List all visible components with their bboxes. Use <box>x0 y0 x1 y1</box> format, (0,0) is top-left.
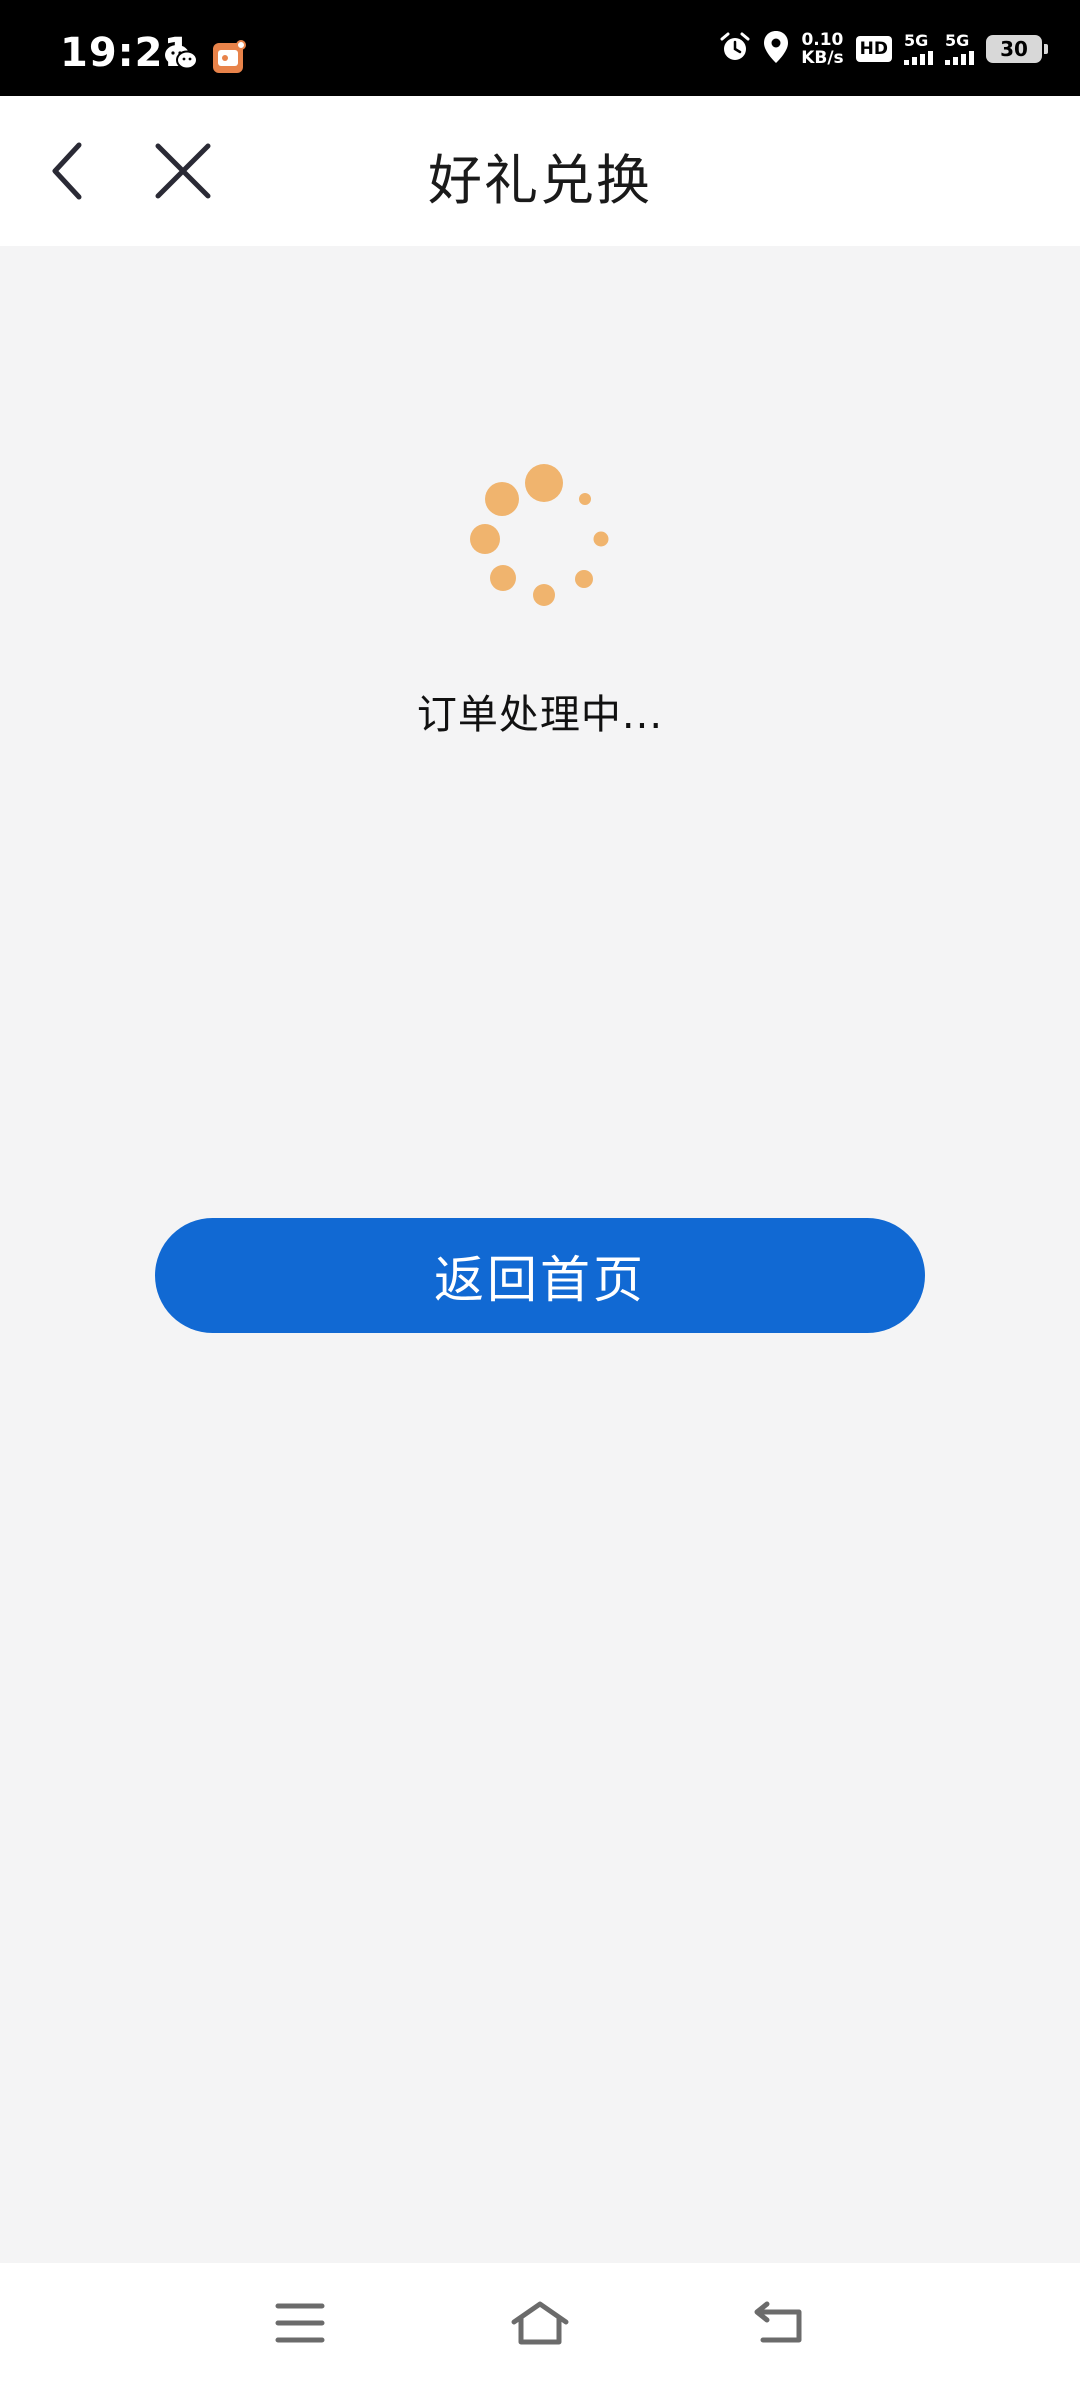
page-header: 好礼兑换 <box>0 96 1080 246</box>
network-speed-unit: KB/s <box>801 48 844 68</box>
home-icon <box>511 2301 569 2345</box>
loading-spinner-icon <box>460 455 620 615</box>
status-bar: 19:21 0.10 KB/s HD 5G 5G 30 <box>0 0 1080 96</box>
back-arrow-icon <box>754 2301 802 2343</box>
recent-apps-button[interactable] <box>260 2288 340 2358</box>
battery-icon: 30 <box>986 35 1048 63</box>
sim2-signal: 5G <box>945 33 974 65</box>
home-button[interactable] <box>500 2288 580 2358</box>
signal-bars-icon <box>945 49 974 65</box>
system-icons: 0.10 KB/s HD 5G 5G 30 <box>719 30 1048 68</box>
app-notification-icon <box>212 40 246 78</box>
notification-icons <box>164 40 246 78</box>
hd-voice-badge: HD <box>855 36 892 62</box>
page-title: 好礼兑换 <box>428 149 652 212</box>
menu-icon <box>275 2303 325 2343</box>
return-home-button[interactable]: 返回首页 <box>155 1218 925 1333</box>
sim1-signal: 5G <box>904 33 933 65</box>
signal-bars-icon <box>904 49 933 65</box>
network-speed-value: 0.10 <box>801 30 844 50</box>
sim1-network-type: 5G <box>904 31 929 50</box>
order-processing-text: 订单处理中... <box>416 692 664 738</box>
battery-level: 30 <box>1000 37 1028 61</box>
back-nav-button[interactable] <box>740 2288 820 2358</box>
network-speed: 0.10 KB/s <box>801 31 843 67</box>
wechat-icon <box>164 43 198 75</box>
system-navigation-bar <box>0 2263 1080 2388</box>
sim2-network-type: 5G <box>945 31 970 50</box>
alarm-icon <box>719 31 751 67</box>
location-icon <box>763 30 789 68</box>
